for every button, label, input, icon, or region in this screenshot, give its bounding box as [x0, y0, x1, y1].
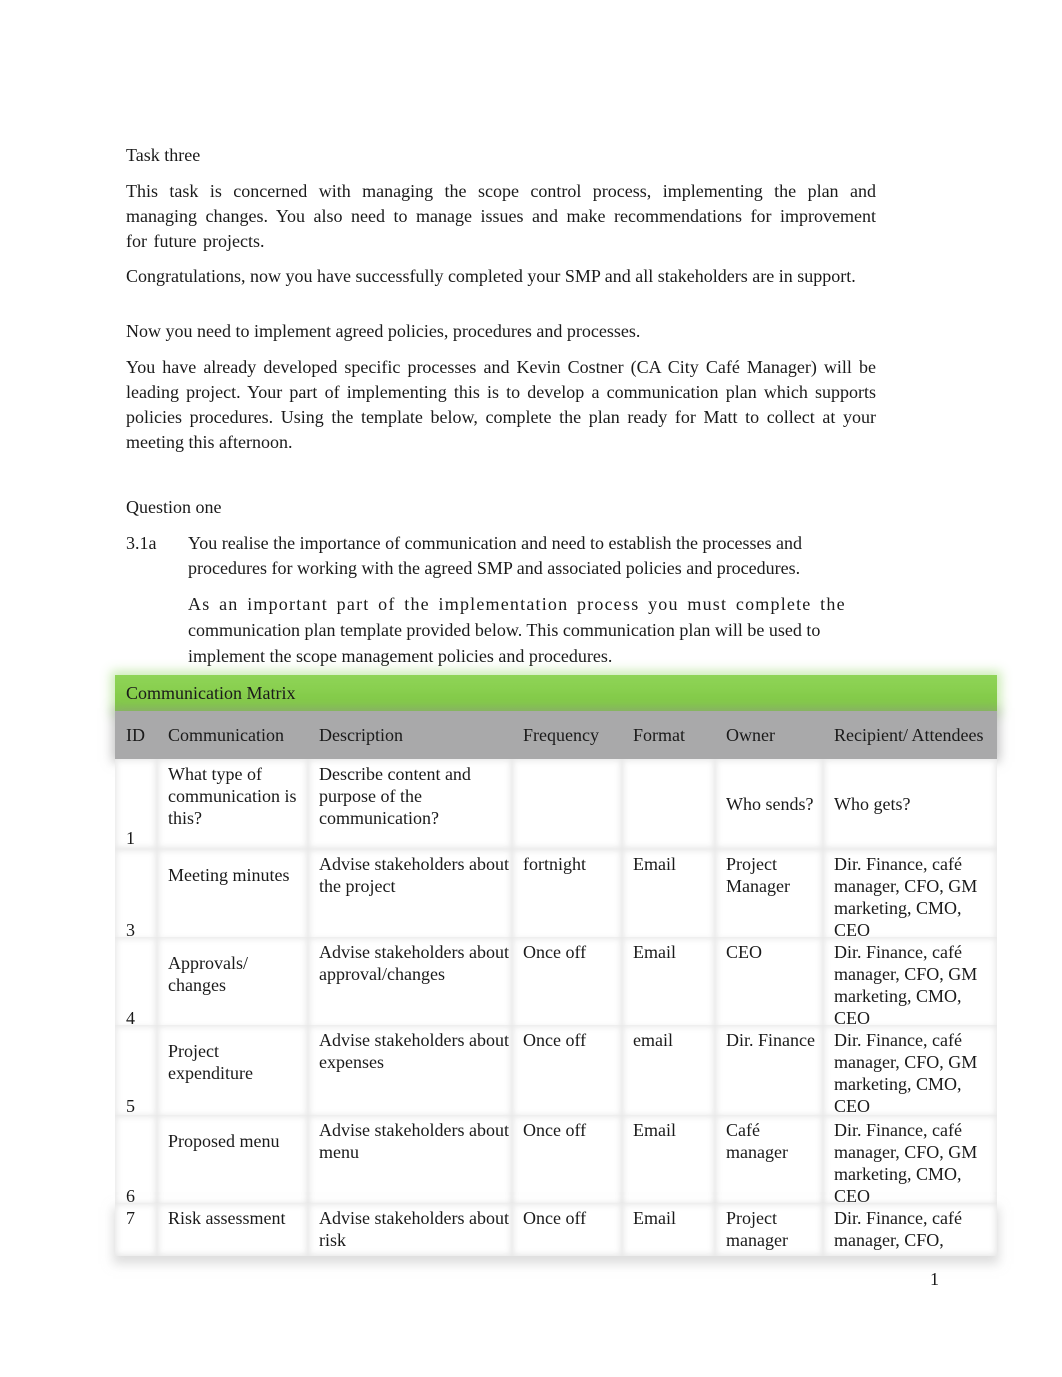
cell-communication: What type of communication is this? [157, 759, 308, 849]
table-header-row: ID Communication Description Frequency F… [115, 711, 997, 759]
cell-description: Advise stakeholders about expenses [308, 1025, 512, 1117]
column-header-format: Format [633, 725, 685, 745]
cell-frequency: fortnight [512, 849, 622, 941]
cell-format: Email [622, 849, 715, 941]
question-heading: Question one [126, 497, 222, 517]
cell-recipient: Who gets? [823, 759, 997, 849]
cell-description: Advise stakeholders about risk [308, 1203, 512, 1256]
cell-owner: Project manager [715, 1203, 823, 1256]
cell-frequency [512, 759, 622, 849]
cell-id: 5 [115, 1025, 157, 1117]
cell-format: email [622, 1025, 715, 1117]
table-row: 5 Project expenditure Advise stakeholder… [115, 1025, 997, 1117]
column-header-owner: Owner [726, 725, 775, 745]
cell-description: Advise stakeholders about approval/chang… [308, 937, 512, 1029]
document-page: Task three This task is concerned with m… [0, 0, 1062, 1377]
cell-frequency: Once off [512, 1025, 622, 1117]
question-paragraph-2-first-line: As an important part of the implementati… [188, 594, 846, 614]
implement-paragraph: Now you need to implement agreed policie… [126, 321, 641, 341]
cell-format: Email [622, 1203, 715, 1256]
matrix-title: Communication Matrix [126, 682, 296, 703]
table-row: 6 Proposed menu Advise stakeholders abou… [115, 1115, 997, 1207]
column-header-recipient: Recipient/ Attendees [834, 725, 984, 745]
cell-recipient: Dir. Finance, café manager, CFO, GM mark… [823, 1025, 997, 1117]
cell-recipient: Dir. Finance, café manager, CFO, [823, 1203, 997, 1256]
column-header-communication: Communication [168, 725, 284, 745]
cell-format: Email [622, 937, 715, 1029]
question-paragraph-2-rest: communication plan template provided bel… [188, 620, 821, 666]
cell-format: Email [622, 1115, 715, 1207]
cell-id: 6 [115, 1115, 157, 1207]
matrix-title-bar: Communication Matrix [115, 675, 997, 711]
question-number: 3.1a [126, 533, 157, 553]
cell-description: Describe content and purpose of the comm… [308, 759, 512, 849]
cell-communication: Proposed menu [157, 1115, 308, 1207]
cell-owner: Café manager [715, 1115, 823, 1207]
cell-communication: Approvals/ changes [157, 937, 308, 1029]
question-paragraph-1: You realise the importance of communicat… [188, 533, 803, 578]
cell-description: Advise stakeholders about the project [308, 849, 512, 941]
column-header-id: ID [126, 725, 145, 745]
cell-id: 7 [115, 1203, 157, 1256]
table-row: 3 Meeting minutes Advise stakeholders ab… [115, 849, 997, 941]
communication-plan-paragraph: You have already developed specific proc… [126, 357, 876, 452]
column-header-frequency: Frequency [523, 725, 599, 745]
cell-communication: Risk assessment [157, 1203, 308, 1256]
cell-communication: Meeting minutes [157, 849, 308, 941]
cell-frequency: Once off [512, 937, 622, 1029]
cell-frequency: Once off [512, 1203, 622, 1256]
table-row: 7 Risk assessment Advise stakeholders ab… [115, 1203, 997, 1256]
page-number: 1 [930, 1269, 939, 1289]
question-paragraph-2: As an important part of the implementati… [188, 591, 880, 669]
cell-id: 1 [115, 759, 157, 849]
cell-frequency: Once off [512, 1115, 622, 1207]
cell-recipient: Dir. Finance, café manager, CFO, GM mark… [823, 849, 997, 941]
cell-id: 3 [115, 849, 157, 941]
cell-recipient: Dir. Finance, café manager, CFO, GM mark… [823, 1115, 997, 1207]
task-heading: Task three [126, 145, 201, 165]
table-row: 4 Approvals/ changes Advise stakeholders… [115, 937, 997, 1029]
cell-owner: Dir. Finance [715, 1025, 823, 1117]
cell-recipient: Dir. Finance, café manager, CFO, GM mark… [823, 937, 997, 1029]
congratulations-paragraph: Congratulations, now you have successful… [126, 266, 856, 286]
cell-communication: Project expenditure [157, 1025, 308, 1117]
cell-owner: Who sends? [715, 759, 823, 849]
cell-id: 4 [115, 937, 157, 1029]
cell-owner: Project Manager [715, 849, 823, 941]
table-row: 1 What type of communication is this? De… [115, 759, 997, 849]
column-header-description: Description [319, 725, 403, 745]
cell-owner: CEO [715, 937, 823, 1029]
cell-format [622, 759, 715, 849]
communication-matrix-table: Communication Matrix ID Communication De… [115, 675, 997, 1256]
cell-description: Advise stakeholders about menu [308, 1115, 512, 1207]
intro-paragraph: This task is concerned with managing the… [126, 181, 876, 251]
